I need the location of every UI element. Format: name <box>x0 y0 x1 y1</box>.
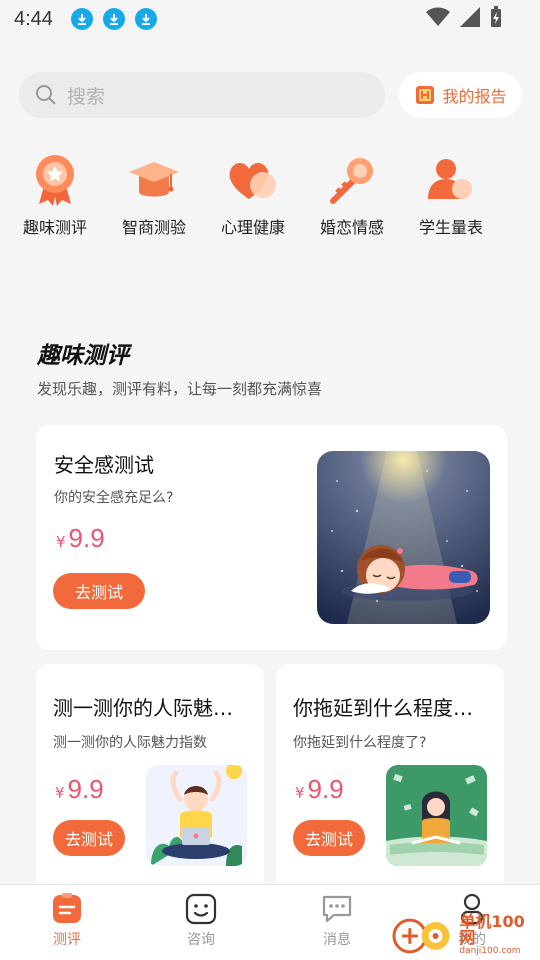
test-card[interactable]: 你拖延到什么程度… 你拖延到什么程度了? ¥ 9.9 去测试 <box>276 664 504 894</box>
search-placeholder: 搜索 <box>67 85 106 108</box>
heart-icon <box>223 150 283 210</box>
tab-label: 咨询 <box>187 932 215 948</box>
category-love-emotion[interactable]: 婚恋情感 <box>302 150 402 238</box>
category-label: 学生量表 <box>418 218 483 237</box>
download-icon <box>102 8 125 30</box>
report-icon <box>416 86 435 104</box>
watermark: 单机100网 danji100.com <box>392 914 540 956</box>
charm-test-illustration <box>146 765 247 866</box>
price-value: 9.9 <box>68 523 105 553</box>
go-test-button[interactable]: 去测试 <box>293 820 365 856</box>
clipboard-icon <box>53 893 81 923</box>
category-more[interactable]: 情 <box>500 150 540 238</box>
status-time: 4:44 <box>14 7 53 30</box>
wifi-icon <box>426 7 450 26</box>
go-test-button[interactable]: 去测试 <box>53 820 125 856</box>
go-test-button[interactable]: 去测试 <box>53 573 145 609</box>
price-value: 9.9 <box>307 774 344 804</box>
featured-test-card[interactable]: 安全感测试 你的安全感充足么? ¥ 9.9 去测试 <box>36 425 507 650</box>
card-price: ¥ 9.9 <box>55 774 104 805</box>
card-desc: 你拖延到什么程度了? <box>293 735 427 751</box>
price-value: 9.9 <box>67 774 104 804</box>
category-fun-test[interactable]: 趣味测评 <box>5 150 105 238</box>
tab-label: 测评 <box>53 932 81 948</box>
card-title: 安全感测试 <box>54 453 154 477</box>
tab-consult[interactable]: 咨询 <box>161 893 241 949</box>
test-card[interactable]: 测一测你的人际魅… 测一测你的人际魅力指数 ¥ 9.9 去测试 <box>36 664 264 894</box>
search-icon <box>36 85 56 105</box>
medal-icon <box>25 150 85 210</box>
download-icon <box>134 8 157 30</box>
love-key-icon <box>322 150 382 210</box>
status-right <box>426 6 502 28</box>
tab-assessment[interactable]: 测评 <box>27 893 107 949</box>
security-test-illustration <box>317 451 490 624</box>
student-icon <box>421 150 481 210</box>
graduation-cap-icon <box>124 150 184 210</box>
category-iq-test[interactable]: 智商测验 <box>104 150 204 238</box>
smile-face-icon <box>185 893 217 925</box>
status-bar: 4:44 <box>0 0 540 38</box>
price-currency: ¥ <box>295 784 305 802</box>
my-report-label: 我的报告 <box>442 87 507 106</box>
price-currency: ¥ <box>56 533 66 551</box>
signal-icon <box>460 7 480 27</box>
section-title: 趣味测评 <box>37 343 129 369</box>
battery-icon <box>491 6 501 27</box>
card-desc: 你的安全感充足么? <box>54 490 174 506</box>
card-title: 你拖延到什么程度… <box>293 696 473 720</box>
more-icon <box>520 150 540 210</box>
category-student-scale[interactable]: 学生量表 <box>401 150 501 238</box>
watermark-sub: danji100.com <box>459 946 521 956</box>
category-row: 趣味测评 智商测验 心理健康 婚恋情感 学生量表 情 <box>0 150 540 240</box>
category-label: 心理健康 <box>220 218 285 237</box>
chat-bubble-icon <box>322 895 352 923</box>
category-label: 趣味测评 <box>22 218 87 237</box>
card-price: ¥ 9.9 <box>56 523 105 554</box>
watermark-logo-icon <box>392 918 450 954</box>
download-icon <box>70 8 93 30</box>
card-title: 测一测你的人际魅… <box>53 696 233 720</box>
procrastination-test-illustration <box>386 765 487 866</box>
tab-label: 消息 <box>323 932 351 948</box>
tab-messages[interactable]: 消息 <box>297 893 377 949</box>
my-report-button[interactable]: 我的报告 <box>399 72 522 118</box>
price-currency: ¥ <box>55 784 65 802</box>
search-input[interactable]: 搜索 <box>19 72 385 118</box>
section-subtitle: 发现乐趣，测评有料，让每一刻都充满惊喜 <box>37 380 323 398</box>
card-price: ¥ 9.9 <box>295 774 344 805</box>
watermark-text: 单机100网 <box>459 912 525 947</box>
category-mental-health[interactable]: 心理健康 <box>203 150 303 238</box>
watermark-text-block: 单机100网 danji100.com <box>459 912 540 957</box>
card-desc: 测一测你的人际魅力指数 <box>53 735 207 751</box>
category-label: 婚恋情感 <box>319 218 384 237</box>
category-label: 智商测验 <box>121 218 186 237</box>
